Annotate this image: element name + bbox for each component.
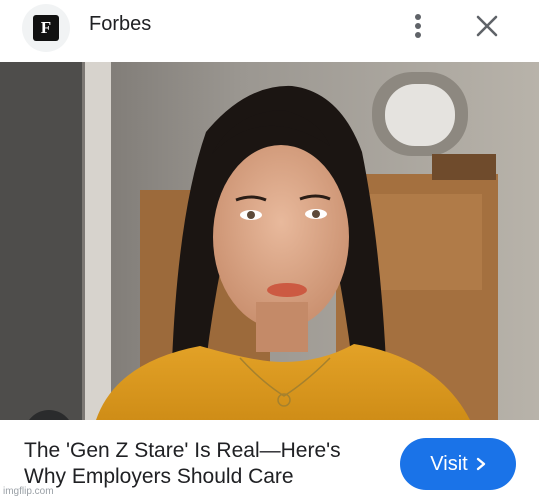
chevron-right-icon [476, 457, 485, 471]
more-vert-icon [415, 14, 421, 38]
article-title[interactable]: The 'Gen Z Stare' Is Real—Here's Why Emp… [24, 438, 389, 490]
close-button[interactable] [470, 8, 504, 44]
site-logo[interactable]: F [22, 4, 70, 52]
article-title-line-1: The 'Gen Z Stare' Is Real—Here's [24, 439, 341, 462]
forbes-logo-icon: F [33, 15, 59, 41]
watermark: imgflip.com [3, 486, 54, 497]
portrait-photo [0, 62, 539, 420]
visit-button[interactable]: Visit [400, 438, 516, 490]
visit-button-label: Visit [430, 452, 468, 475]
article-title-line-2: Why Employers Should Care [24, 465, 294, 488]
more-options-button[interactable] [404, 8, 432, 44]
article-image[interactable] [0, 62, 539, 420]
app-header: F Forbes [0, 0, 539, 62]
site-name: Forbes [89, 13, 152, 35]
close-icon [476, 15, 498, 37]
